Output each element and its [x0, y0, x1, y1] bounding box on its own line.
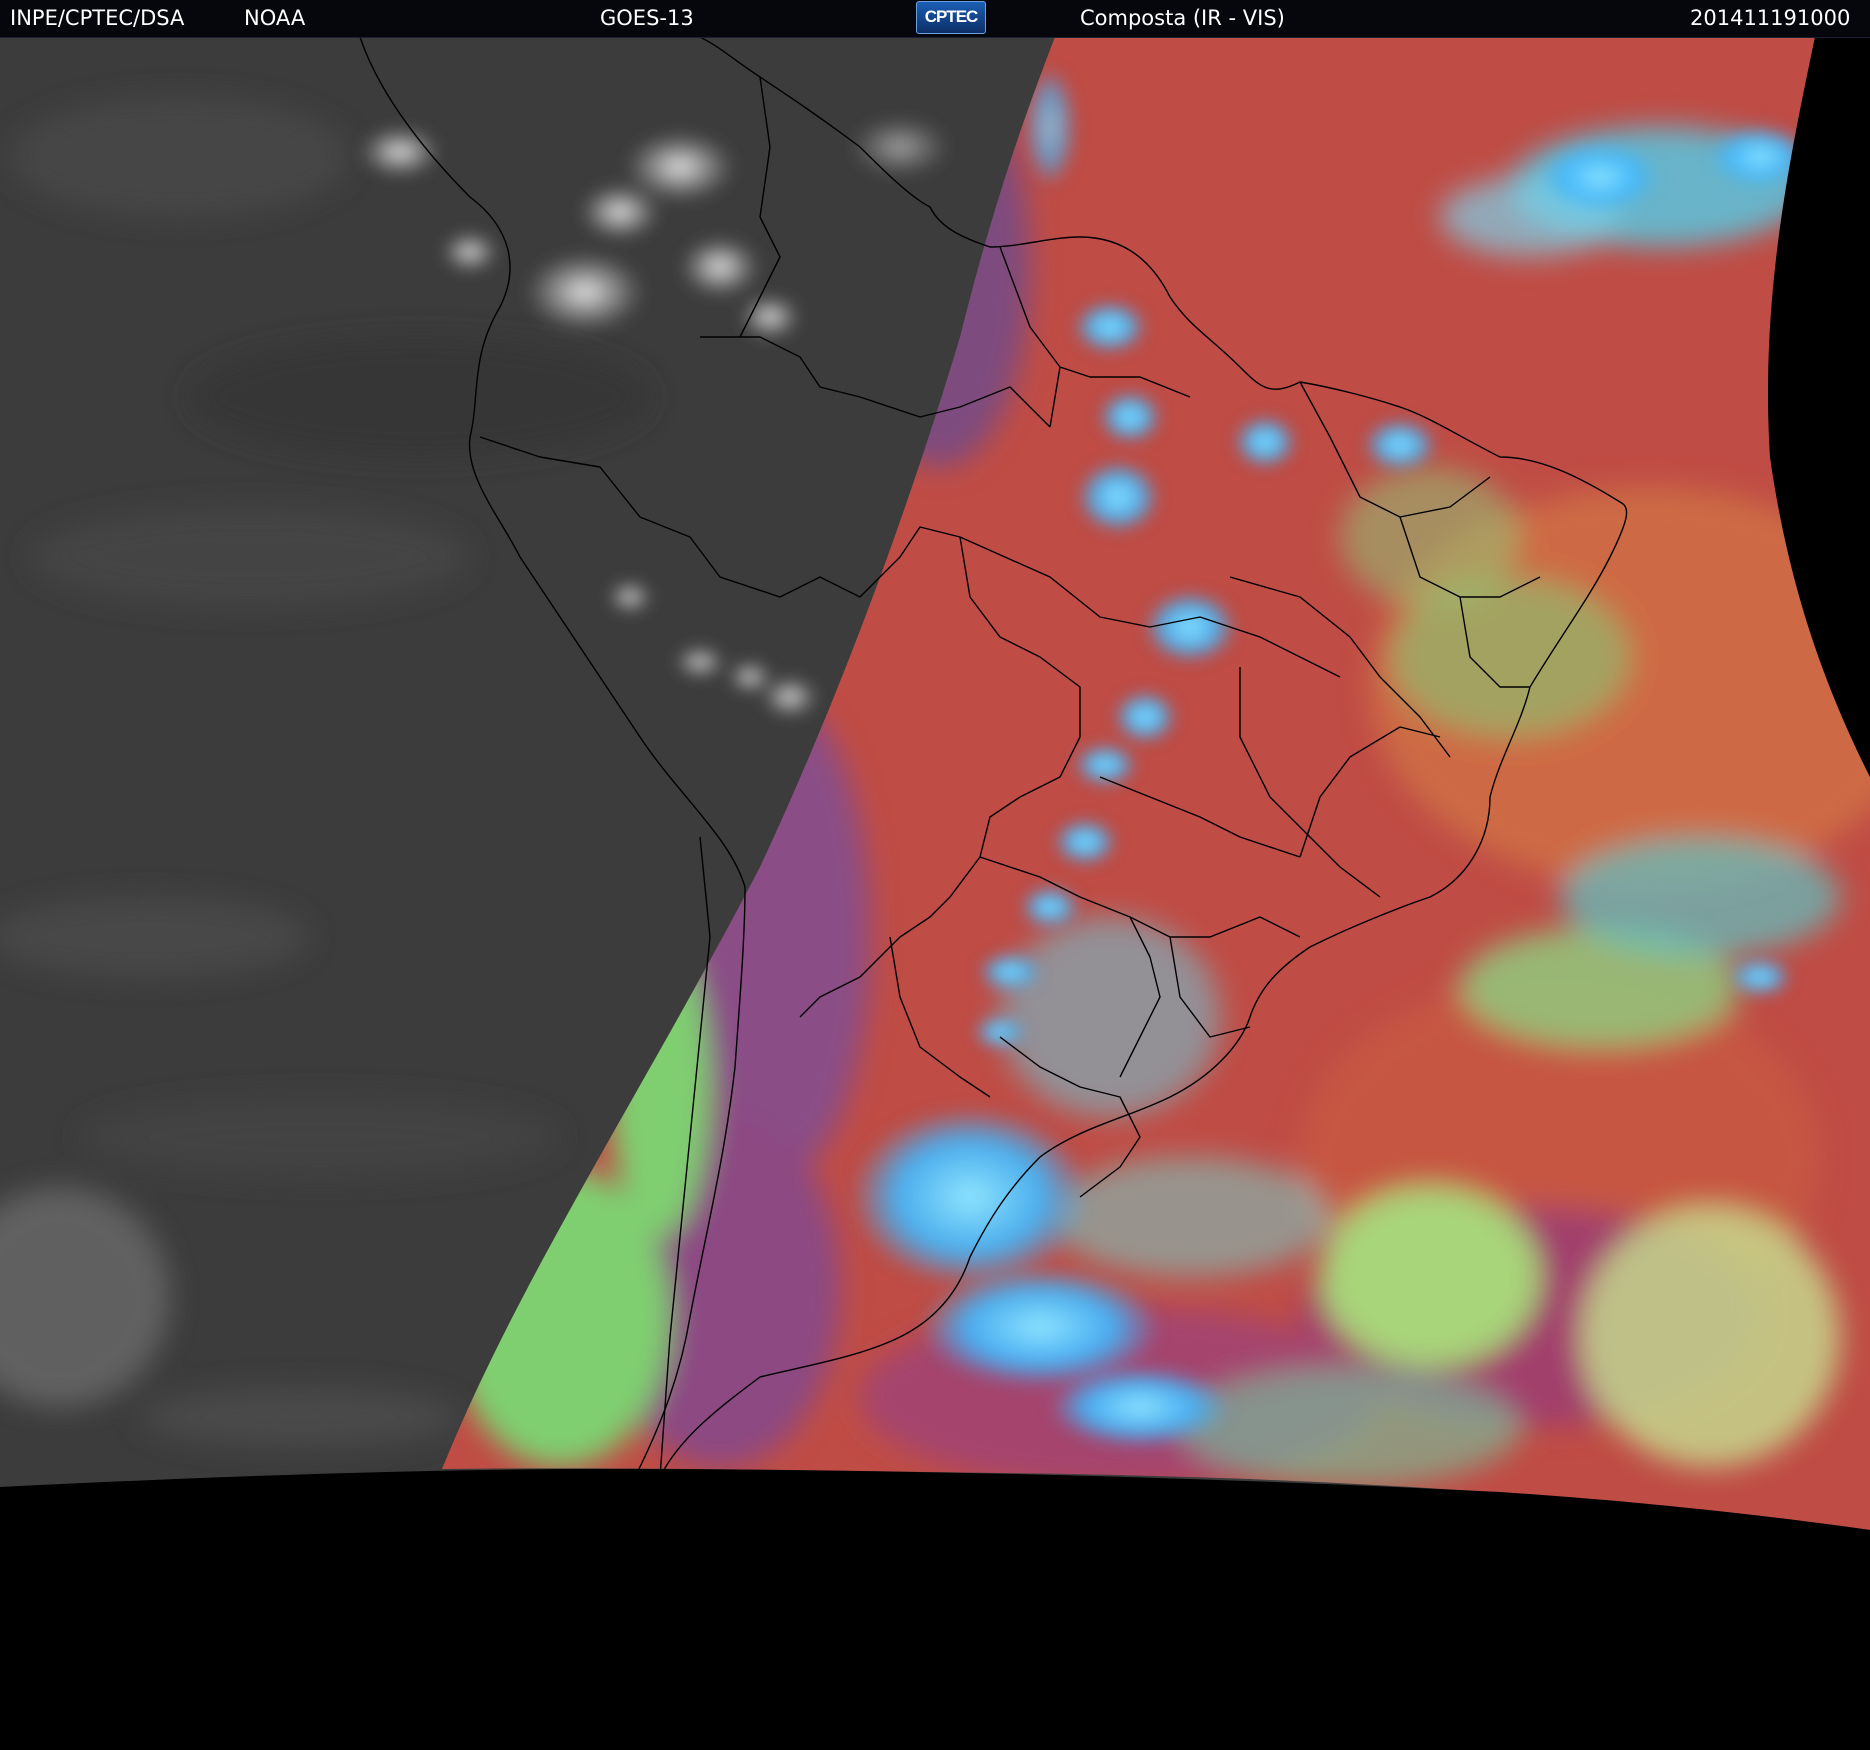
cptec-logo: CPTEC [916, 1, 986, 34]
space-bottom [0, 1469, 1870, 1750]
product-label: Composta (IR - VIS) [1080, 6, 1285, 30]
agency-label: NOAA [244, 6, 306, 30]
timestamp-label: 201411191000 [1690, 6, 1851, 30]
satellite-label: GOES-13 [600, 6, 694, 30]
satellite-map [0, 37, 1870, 1750]
institution-label: INPE/CPTEC/DSA [10, 6, 185, 30]
image-header: INPE/CPTEC/DSA NOAA GOES-13 CPTEC Compos… [0, 0, 1870, 38]
